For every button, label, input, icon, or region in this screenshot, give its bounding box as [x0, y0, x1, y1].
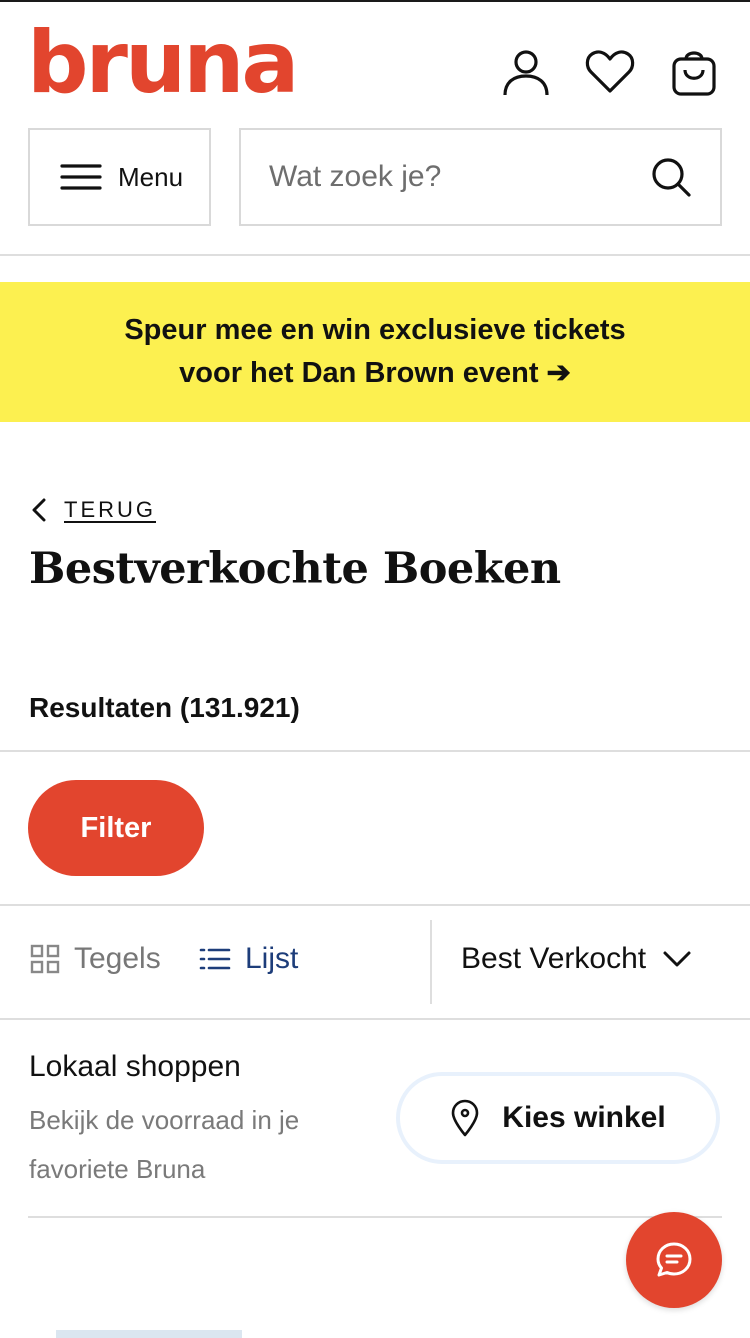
chat-button[interactable]	[626, 1212, 722, 1308]
hamburger-icon	[60, 164, 102, 190]
local-shopping-subtitle: Bekijk de voorraad in je favoriete Bruna	[29, 1105, 300, 1184]
chat-bubble-icon	[656, 1242, 692, 1277]
sort-select[interactable]: Best Verkocht	[461, 942, 692, 976]
menu-button[interactable]: Menu	[28, 128, 211, 226]
promo-line-1: Speur mee en win exclusieve tickets	[124, 314, 626, 346]
logo-text: bruna	[27, 13, 299, 113]
list-icon	[199, 948, 231, 970]
promo-line-2: voor het Dan Brown event ➔	[179, 357, 571, 389]
toolbar-divider-top	[0, 904, 750, 906]
chevron-down-icon	[663, 951, 691, 967]
view-grid-label: Tegels	[74, 942, 161, 975]
back-label: TERUG	[64, 497, 156, 522]
product-image-peek	[56, 1330, 242, 1338]
menu-label: Menu	[118, 161, 184, 192]
user-icon	[503, 50, 549, 96]
toolbar-separator	[430, 920, 432, 1004]
heart-icon	[585, 50, 635, 93]
shopping-bag-icon	[672, 51, 716, 96]
choose-store-button[interactable]: Kies winkel	[396, 1072, 720, 1164]
bruna-logo[interactable]: bruna	[27, 13, 299, 113]
search-field[interactable]: Wat zoek je?	[239, 128, 722, 226]
view-list-toggle[interactable]: Lijst	[199, 942, 298, 976]
cart-button[interactable]	[666, 44, 722, 100]
local-shopping-divider	[28, 1216, 722, 1218]
toolbar-divider-bottom	[0, 1018, 750, 1020]
filter-button[interactable]: Filter	[28, 780, 204, 876]
view-list-label: Lijst	[245, 942, 299, 975]
sort-selected-label: Best Verkocht	[461, 942, 647, 975]
choose-store-label: Kies winkel	[502, 1101, 666, 1134]
view-grid-toggle[interactable]: Tegels	[30, 942, 161, 976]
search-icon[interactable]	[650, 156, 692, 198]
page-title: Bestverkochte Boeken	[29, 544, 561, 594]
results-divider	[0, 750, 750, 752]
local-shopping-title: Lokaal shoppen	[29, 1050, 241, 1083]
wishlist-button[interactable]	[582, 44, 638, 100]
location-pin-icon	[451, 1099, 479, 1137]
search-input[interactable]: Wat zoek je?	[269, 160, 650, 194]
chevron-left-icon	[32, 498, 46, 522]
top-border	[0, 0, 750, 2]
header-divider	[0, 254, 750, 256]
promo-banner[interactable]: Speur mee en win exclusieve tickets voor…	[0, 282, 750, 422]
back-link[interactable]: TERUG	[30, 496, 156, 524]
account-button[interactable]	[498, 44, 554, 100]
grid-icon	[30, 944, 60, 974]
results-count: Resultaten (131.921)	[29, 692, 300, 723]
